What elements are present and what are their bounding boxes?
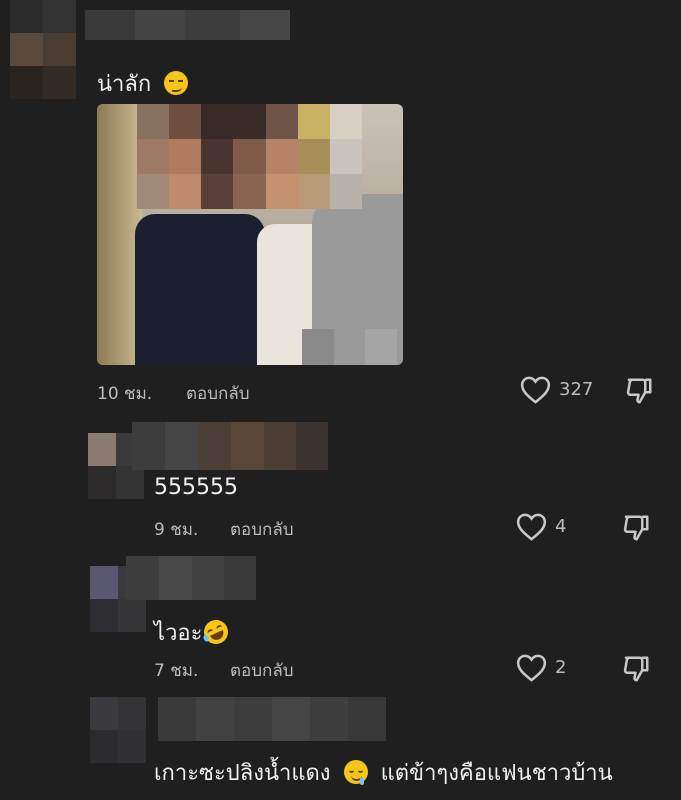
avatar[interactable] (90, 697, 146, 763)
drooling-face-emoji (343, 760, 368, 785)
username-blurred[interactable] (126, 556, 256, 600)
thumbs-down-icon[interactable] (621, 513, 651, 543)
heart-icon[interactable] (520, 376, 551, 404)
smirking-face-emoji (164, 71, 189, 95)
comment-time: 9 ชม. (154, 520, 199, 540)
comment-time: 7 ชม. (154, 661, 199, 681)
comment-text: น่าลัก (97, 66, 189, 101)
comment-image[interactable] (97, 104, 403, 365)
comment-text: ไวอะ (154, 615, 233, 650)
heart-icon[interactable] (516, 513, 547, 541)
avatar[interactable] (10, 0, 76, 100)
like-count: 327 (559, 379, 594, 400)
rolling-on-floor-laughing-emoji (200, 616, 233, 648)
reply-button[interactable]: ตอบกลับ (230, 516, 294, 543)
comment-time: 10 ชม. (97, 384, 153, 404)
username-blurred[interactable] (158, 697, 386, 741)
like-count: 4 (555, 516, 567, 537)
reply-button[interactable]: ตอบกลับ (186, 380, 250, 407)
like-count: 2 (555, 657, 567, 678)
comment-text: เกาะซะปลิงน้ำแดง แต่ข้าๆงคือแฟนชาวบ้าน (154, 760, 613, 786)
username-blurred[interactable] (85, 10, 290, 40)
heart-icon[interactable] (516, 654, 547, 682)
comment-text: 555555 (154, 475, 238, 500)
reply-button[interactable]: ตอบกลับ (230, 657, 294, 684)
username-blurred[interactable] (132, 422, 328, 470)
thumbs-down-icon[interactable] (621, 654, 651, 684)
thumbs-down-icon[interactable] (624, 376, 654, 406)
